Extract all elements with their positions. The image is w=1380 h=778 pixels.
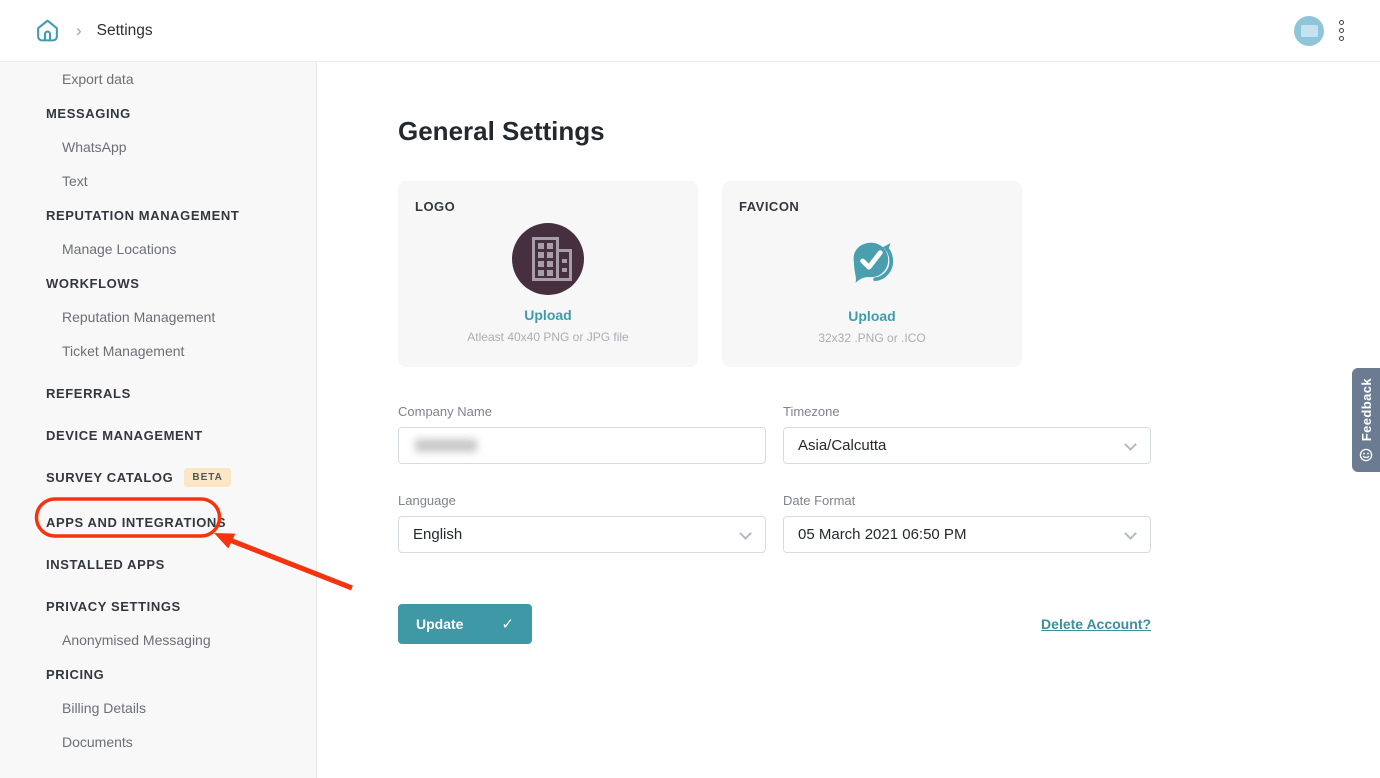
- sidebar-item-apps-and-integrations[interactable]: APPS AND INTEGRATIONS: [0, 505, 316, 539]
- company-name-input[interactable]: [398, 427, 766, 464]
- favicon-card-label: FAVICON: [739, 199, 1005, 214]
- sidebar-item-device-management[interactable]: DEVICE MANAGEMENT: [0, 418, 316, 452]
- avatar[interactable]: [1294, 16, 1324, 46]
- date-format-field: Date Format 05 March 2021 06:50 PM: [783, 493, 1151, 553]
- sidebar-item-workflow-reputation[interactable]: Reputation Management: [0, 300, 316, 334]
- logo-upload-button[interactable]: Upload: [524, 307, 571, 323]
- language-value: English: [413, 526, 462, 543]
- favicon-upload-button[interactable]: Upload: [848, 308, 895, 324]
- timezone-value: Asia/Calcutta: [798, 437, 886, 454]
- update-button[interactable]: Update ✓: [398, 604, 532, 644]
- timezone-select[interactable]: Asia/Calcutta: [783, 427, 1151, 464]
- favicon-upload-card: FAVICON Upload 32x32 .PNG or .ICO: [722, 181, 1022, 367]
- sidebar-item-privacy-settings[interactable]: PRIVACY SETTINGS: [0, 589, 316, 623]
- favicon-bird-icon[interactable]: [847, 237, 897, 292]
- favicon-upload-hint: 32x32 .PNG or .ICO: [818, 331, 925, 345]
- sidebar-item-export-data[interactable]: Export data: [0, 62, 316, 96]
- sidebar-item-ticket-management[interactable]: Ticket Management: [0, 334, 316, 368]
- logo-upload-hint: Atleast 40x40 PNG or JPG file: [467, 330, 628, 344]
- sidebar-item-anonymised-messaging[interactable]: Anonymised Messaging: [0, 623, 316, 657]
- sidebar-item-billing-details[interactable]: Billing Details: [0, 691, 316, 725]
- feedback-tab-label: Feedback: [1359, 378, 1374, 441]
- settings-sidebar: Export data MESSAGING WhatsApp Text REPU…: [0, 62, 317, 778]
- sidebar-item-installed-apps[interactable]: INSTALLED APPS: [0, 547, 316, 581]
- breadcrumb-separator-icon: ›: [76, 21, 82, 41]
- sidebar-item-documents[interactable]: Documents: [0, 725, 316, 759]
- language-label: Language: [398, 493, 766, 508]
- chevron-down-icon: [1124, 527, 1137, 540]
- timezone-label: Timezone: [783, 404, 1151, 419]
- sidebar-item-survey-catalog[interactable]: SURVEY CATALOG BETA: [0, 460, 316, 494]
- home-icon[interactable]: [34, 17, 61, 44]
- kebab-menu-icon[interactable]: [1337, 18, 1346, 43]
- sidebar-item-messaging[interactable]: MESSAGING: [0, 96, 316, 130]
- date-format-value: 05 March 2021 06:50 PM: [798, 526, 966, 543]
- logo-card-label: LOGO: [415, 199, 681, 214]
- redacted-company-name-value: [415, 439, 477, 452]
- sidebar-item-reputation-management[interactable]: REPUTATION MANAGEMENT: [0, 198, 316, 232]
- date-format-label: Date Format: [783, 493, 1151, 508]
- avatar-logo: [1301, 25, 1318, 37]
- smiley-icon: [1359, 448, 1373, 462]
- company-name-field: Company Name: [398, 404, 766, 464]
- sidebar-item-manage-locations[interactable]: Manage Locations: [0, 232, 316, 266]
- beta-badge: BETA: [184, 468, 230, 487]
- delete-account-link[interactable]: Delete Account?: [1041, 616, 1151, 632]
- sidebar-item-text[interactable]: Text: [0, 164, 316, 198]
- page-title: General Settings: [398, 116, 1380, 147]
- update-button-label: Update: [416, 616, 463, 632]
- language-field: Language English: [398, 493, 766, 553]
- logo-upload-card: LOGO: [398, 181, 698, 367]
- chevron-down-icon: [1124, 438, 1137, 451]
- chevron-down-icon: [739, 527, 752, 540]
- language-select[interactable]: English: [398, 516, 766, 553]
- timezone-field: Timezone Asia/Calcutta: [783, 404, 1151, 464]
- breadcrumb-current[interactable]: Settings: [97, 22, 153, 40]
- main-content: General Settings LOGO: [317, 62, 1380, 778]
- sidebar-item-workflows[interactable]: WORKFLOWS: [0, 266, 316, 300]
- sidebar-item-pricing[interactable]: PRICING: [0, 657, 316, 691]
- company-logo-icon[interactable]: [512, 223, 584, 300]
- check-icon: ✓: [501, 615, 514, 633]
- sidebar-item-referrals[interactable]: REFERRALS: [0, 376, 316, 410]
- date-format-select[interactable]: 05 March 2021 06:50 PM: [783, 516, 1151, 553]
- company-name-label: Company Name: [398, 404, 766, 419]
- topbar: › Settings: [0, 0, 1380, 62]
- feedback-tab[interactable]: Feedback: [1352, 368, 1380, 472]
- sidebar-item-whatsapp[interactable]: WhatsApp: [0, 130, 316, 164]
